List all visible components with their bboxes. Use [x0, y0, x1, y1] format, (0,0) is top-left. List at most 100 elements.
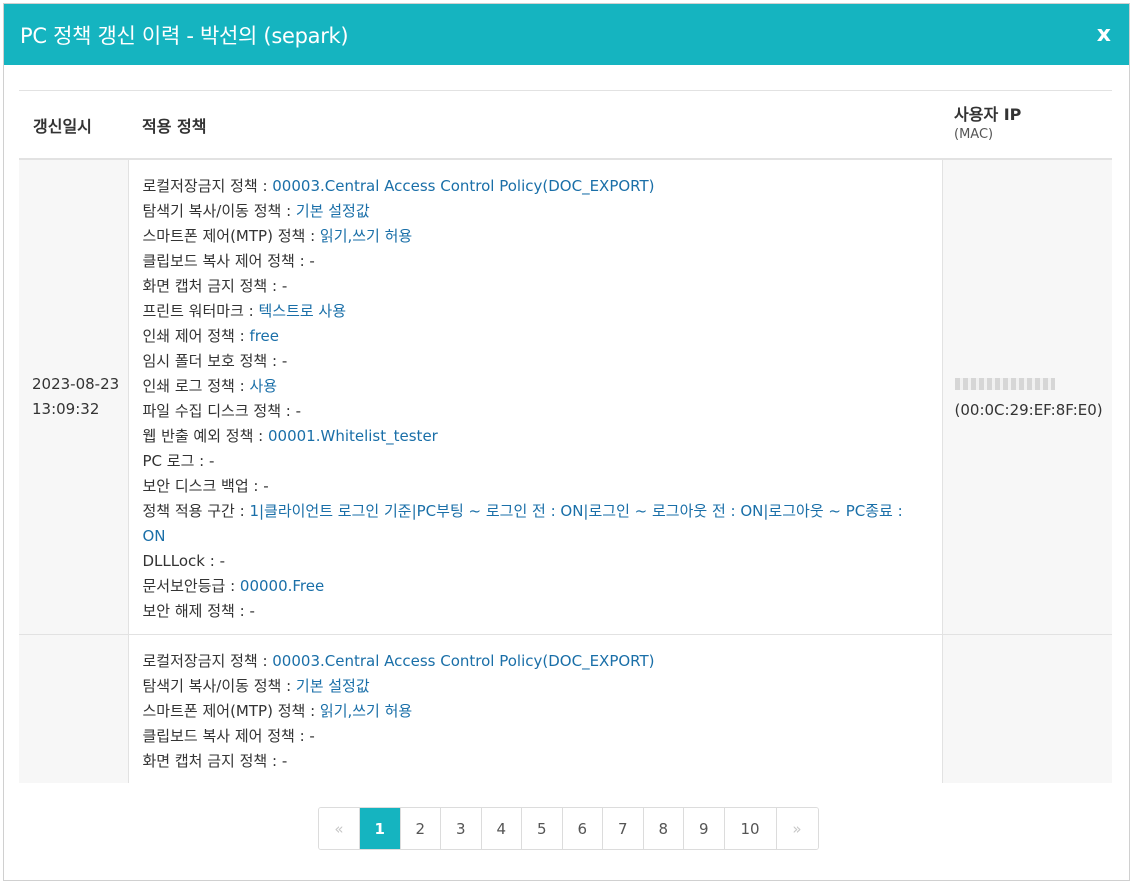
policy-label: 정책 적용 구간 — [142, 502, 235, 520]
policy-separator: : — [281, 202, 296, 220]
row-policies: 로컬저장금지 정책 : 00003.Central Access Control… — [127, 634, 943, 783]
policy-line: 보안 해제 정책 : - — [143, 599, 928, 624]
policy-value: 1|클라이언트 로그인 기준|PC부팅 ~ 로그인 전 : ON|로그인 ~ 로… — [142, 502, 903, 545]
pagination: «1 2 3 4 5 6 7 8 9 10» — [318, 807, 819, 850]
policy-separator: : — [194, 452, 209, 470]
policy-value: - — [309, 252, 315, 270]
policy-label: 스마트폰 제어(MTP) 정책 — [142, 227, 306, 245]
policy-value: 사용 — [249, 377, 278, 395]
policy-label: 프린트 워터마크 — [142, 302, 244, 320]
policy-value: - — [281, 352, 288, 370]
policy-value: - — [263, 477, 269, 495]
policy-label: 보안 디스크 백업 — [142, 477, 249, 495]
history-table: 갱신일시 적용 정책 사용자 IP (MAC) 2023-08-23 13:09… — [19, 91, 1112, 783]
policy-label: PC 로그 — [142, 452, 195, 470]
policy-line: 인쇄 제어 정책 : free — [143, 324, 928, 349]
pagination-page-7[interactable]: 7 — [603, 808, 644, 849]
pagination-page-4[interactable]: 4 — [481, 808, 522, 849]
policy-separator: : — [267, 277, 282, 295]
policy-line: 탐색기 복사/이동 정책 : 기본 설정값 — [143, 674, 928, 699]
column-header-date: 갱신일시 — [19, 91, 128, 160]
policy-value: 00001.Whitelist_tester — [268, 427, 438, 445]
policy-history-modal: PC 정책 갱신 이력 - 박선의 (separk) x 갱신일시 적용 정책 … — [3, 3, 1130, 881]
policy-separator: : — [305, 227, 320, 245]
policy-line: 클립보드 복사 제어 정책 : - — [143, 249, 928, 274]
pagination-page-8[interactable]: 8 — [643, 808, 684, 849]
history-table-container[interactable]: 갱신일시 적용 정책 사용자 IP (MAC) 2023-08-23 13:09… — [19, 90, 1112, 783]
policy-line: 보안 디스크 백업 : - — [143, 474, 928, 499]
policy-value: - — [219, 552, 225, 570]
policy-line: 파일 수집 디스크 정책 : - — [143, 399, 928, 424]
policy-separator: : — [257, 177, 273, 195]
table-header-row: 갱신일시 적용 정책 사용자 IP (MAC) — [19, 91, 1112, 160]
policy-value: - — [309, 727, 315, 745]
policy-value: - — [295, 402, 302, 420]
policy-separator: : — [225, 577, 240, 595]
policy-separator: : — [294, 727, 310, 745]
table-row: 로컬저장금지 정책 : 00003.Central Access Control… — [19, 634, 1112, 783]
policy-value: - — [281, 752, 288, 770]
row-ip-mac: (00:0C:29:EF:8F:E0) — [942, 159, 1112, 635]
policy-label: 인쇄 제어 정책 — [142, 327, 235, 345]
policy-separator: : — [267, 752, 282, 770]
policy-value: 00003.Central Access Control Policy(DOC_… — [272, 652, 655, 670]
row-ip-mac — [942, 634, 1112, 783]
policy-line: 스마트폰 제어(MTP) 정책 : 읽기,쓰기 허용 — [143, 699, 928, 724]
policy-separator: : — [248, 477, 264, 495]
policy-label: 클립보드 복사 제어 정책 — [142, 727, 295, 745]
pagination-page-2[interactable]: 2 — [400, 808, 441, 849]
policy-value: 텍스트로 사용 — [258, 302, 347, 320]
policy-line: 임시 폴더 보호 정책 : - — [143, 349, 928, 374]
modal-title: PC 정책 갱신 이력 - 박선의 (separk) — [20, 23, 349, 48]
policy-line: 프린트 워터마크 : 텍스트로 사용 — [143, 299, 928, 324]
policy-label: 스마트폰 제어(MTP) 정책 — [142, 702, 306, 720]
pagination-page-5[interactable]: 5 — [522, 808, 563, 849]
policy-line: PC 로그 : - — [143, 449, 928, 474]
row-date: 2023-08-23 13:09:32 — [19, 159, 128, 635]
policy-line: 화면 캡처 금지 정책 : - — [143, 274, 928, 299]
policy-value: 기본 설정값 — [295, 202, 370, 220]
policy-value: - — [249, 602, 255, 620]
policy-separator: : — [257, 652, 273, 670]
policy-separator: : — [243, 302, 259, 320]
column-header-mac-label: (MAC) — [954, 126, 994, 142]
policy-line: DLLLock : - — [143, 549, 928, 574]
policy-line: 웹 반출 예외 정책 : 00001.Whitelist_tester — [143, 424, 928, 449]
policy-label: 문서보안등급 — [142, 577, 226, 595]
close-button[interactable]: x — [1097, 22, 1113, 47]
policy-label: DLLLock — [142, 552, 205, 570]
pagination-page-1[interactable]: 1 — [360, 808, 401, 849]
table-body: 2023-08-23 13:09:32 로컬저장금지 정책 : 00003.Cen… — [19, 159, 1112, 783]
pagination-page-6[interactable]: 6 — [562, 808, 603, 849]
policy-label: 클립보드 복사 제어 정책 — [142, 252, 295, 270]
pagination-prev-button[interactable]: « — [319, 808, 360, 849]
policy-label: 로컬저장금지 정책 — [142, 177, 258, 195]
policy-label: 화면 캡처 금지 정책 — [142, 752, 268, 770]
policy-separator: : — [234, 327, 250, 345]
column-header-ip-label: 사용자 IP — [954, 104, 1022, 124]
policy-label: 임시 폴더 보호 정책 — [142, 352, 268, 370]
row-date — [19, 634, 128, 783]
policy-line: 정책 적용 구간 : 1|클라이언트 로그인 기준|PC부팅 ~ 로그인 전 :… — [143, 499, 928, 549]
table-row: 2023-08-23 13:09:32 로컬저장금지 정책 : 00003.Cen… — [19, 159, 1112, 635]
policy-label: 화면 캡처 금지 정책 — [142, 277, 268, 295]
policy-value: 기본 설정값 — [295, 677, 370, 695]
policy-separator: : — [305, 702, 320, 720]
modal-header: PC 정책 갱신 이력 - 박선의 (separk) x — [4, 4, 1129, 65]
pagination-page-9[interactable]: 9 — [684, 808, 725, 849]
policy-value: - — [208, 452, 215, 470]
pagination-page-3[interactable]: 3 — [441, 808, 482, 849]
policy-label: 웹 반출 예외 정책 — [142, 427, 254, 445]
policy-separator: : — [234, 377, 250, 395]
policy-label: 파일 수집 디스크 정책 — [142, 402, 282, 420]
policy-separator: : — [281, 677, 296, 695]
policy-label: 보안 해제 정책 — [142, 602, 235, 620]
policy-separator: : — [234, 602, 250, 620]
policy-value: free — [249, 327, 280, 345]
policy-value: 읽기,쓰기 허용 — [319, 702, 413, 720]
column-header-policy: 적용 정책 — [128, 91, 942, 160]
column-header-ip: 사용자 IP (MAC) — [942, 91, 1112, 160]
pagination-page-10[interactable]: 10 — [724, 808, 777, 849]
pagination-next-button[interactable]: » — [776, 808, 818, 849]
policy-value: 00003.Central Access Control Policy(DOC_… — [272, 177, 655, 195]
